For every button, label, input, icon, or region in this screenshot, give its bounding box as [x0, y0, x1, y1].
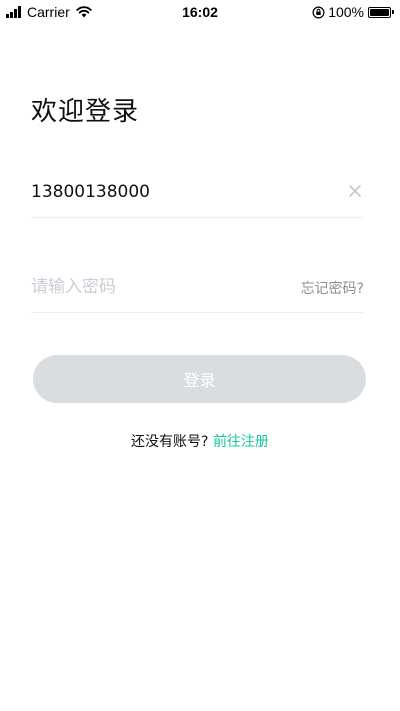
battery-percent: 100%	[328, 4, 364, 20]
register-row: 还没有账号? 前往注册	[0, 431, 400, 451]
orientation-lock-icon	[312, 5, 325, 19]
status-right: 100%	[312, 4, 394, 20]
page-title: 欢迎登录	[31, 97, 140, 127]
clear-icon[interactable]	[348, 184, 362, 198]
status-bar: Carrier 16:02 100%	[0, 0, 400, 24]
battery-icon	[368, 6, 394, 18]
phone-input[interactable]	[31, 168, 281, 216]
login-button[interactable]: 登录	[33, 355, 366, 403]
phone-field	[31, 168, 364, 218]
password-field: 忘记密码?	[31, 263, 364, 313]
forgot-password-link[interactable]: 忘记密码?	[301, 278, 364, 298]
password-input[interactable]	[31, 263, 281, 311]
register-link[interactable]: 前往注册	[213, 434, 269, 450]
no-account-prompt: 还没有账号?	[131, 434, 209, 450]
